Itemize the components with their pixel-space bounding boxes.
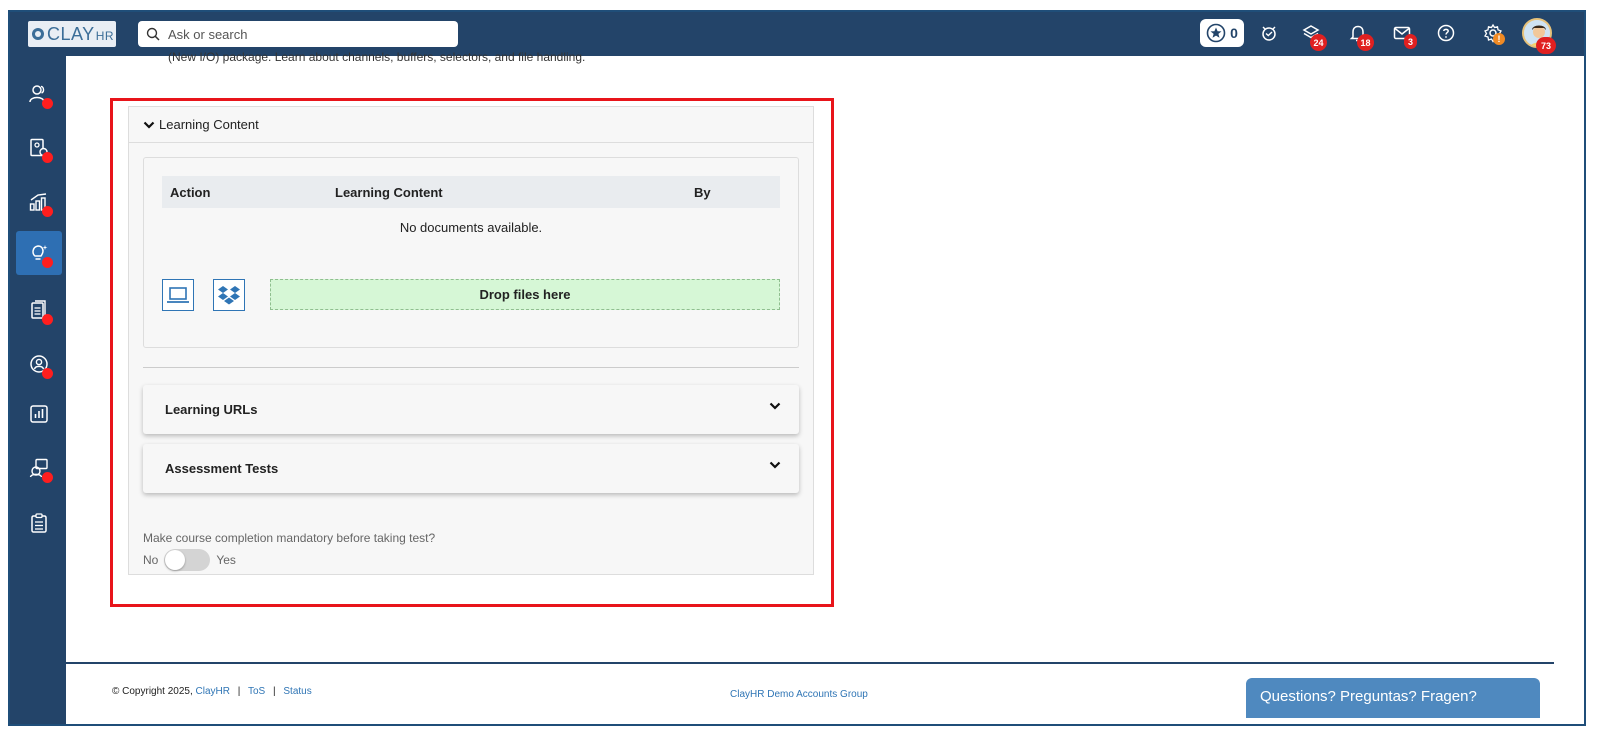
points-button[interactable]: 0	[1200, 19, 1244, 47]
upload-from-dropbox-button[interactable]	[213, 279, 245, 311]
column-action: Action	[170, 185, 211, 200]
sidebar-dot	[42, 98, 53, 109]
logo-text: CLAY	[47, 23, 95, 44]
sidebar-item-support[interactable]	[16, 446, 62, 490]
star-icon	[1206, 23, 1226, 43]
chevron-down-icon	[143, 121, 155, 129]
toggle-yes-label: Yes	[216, 553, 236, 567]
report-chart-icon	[30, 405, 48, 423]
clayhr-link[interactable]: ClayHR	[196, 686, 230, 697]
column-by: By	[694, 185, 711, 200]
sidebar-item-learning[interactable]	[16, 231, 62, 275]
avatar-badge: 73	[1536, 37, 1556, 54]
chevron-down-icon	[769, 461, 781, 469]
clayhr-logo[interactable]: CLAY HR	[28, 21, 116, 47]
empty-documents-message: No documents available.	[399, 220, 543, 235]
sidebar-dot	[42, 368, 53, 379]
sidebar-dot	[42, 257, 53, 268]
tos-link[interactable]: ToS	[248, 686, 265, 697]
chevron-down-icon	[769, 402, 781, 410]
questions-help-button[interactable]: Questions? Preguntas? Fragen?	[1246, 678, 1540, 718]
alarm-icon	[1262, 26, 1276, 41]
notifications-button[interactable]: 18	[1347, 22, 1374, 51]
copyright-text: © Copyright 2025,	[112, 686, 193, 697]
layers-badge: 24	[1310, 34, 1327, 51]
sidebar-dot	[42, 314, 53, 325]
search-input[interactable]	[168, 26, 438, 42]
notifications-badge: 18	[1357, 34, 1374, 51]
mandatory-completion-toggle[interactable]	[164, 549, 211, 571]
account-group-link[interactable]: ClayHR Demo Accounts Group	[730, 689, 868, 700]
app-frame: CLAY HR 0	[8, 10, 1586, 726]
messages-button[interactable]: 3	[1391, 22, 1417, 49]
sidebar-item-reports[interactable]	[16, 392, 62, 436]
settings-warning-badge: !	[1493, 33, 1505, 45]
footer-separator: |	[273, 686, 276, 697]
learning-urls-accordion[interactable]: Learning URLs	[143, 385, 799, 434]
sidebar-item-people[interactable]	[16, 72, 62, 116]
mandatory-completion-row: No Yes	[143, 549, 236, 571]
settings-button[interactable]: !	[1482, 22, 1505, 45]
messages-badge: 3	[1404, 34, 1417, 49]
learning-urls-title: Learning URLs	[165, 402, 258, 417]
sidebar-dot	[42, 472, 53, 483]
learning-content-header[interactable]: Learning Content	[129, 107, 813, 143]
clipboard-icon	[31, 513, 47, 533]
search-box[interactable]	[138, 21, 458, 47]
sidebar-item-documents[interactable]	[16, 288, 62, 332]
laptop-icon	[167, 287, 189, 303]
assessment-tests-accordion[interactable]: Assessment Tests	[143, 444, 799, 493]
section-divider	[143, 367, 799, 368]
status-link[interactable]: Status	[283, 686, 311, 697]
layers-button[interactable]: 24	[1300, 22, 1327, 51]
learning-content-body: Action Learning Content By No documents …	[143, 157, 799, 348]
toggle-no-label: No	[143, 553, 159, 567]
toggle-knob	[165, 550, 186, 570]
logo-suffix: HR	[95, 29, 115, 43]
footer-separator: |	[237, 686, 241, 697]
learning-content-panel: Learning Content Action Learning Content…	[128, 106, 814, 575]
search-icon	[146, 27, 160, 41]
points-count: 0	[1230, 25, 1238, 41]
mandatory-completion-label: Make course completion mandatory before …	[143, 531, 436, 545]
footer-links: © Copyright 2025, ClayHR | ToS | Status	[112, 686, 312, 697]
dropbox-icon	[218, 286, 240, 305]
upload-from-computer-button[interactable]	[162, 279, 194, 311]
sidebar	[10, 56, 66, 724]
course-description-tail: (New I/O) package. Learn about channels,…	[168, 50, 586, 64]
learning-content-title: Learning Content	[159, 117, 259, 132]
main-content: (New I/O) package. Learn about channels,…	[66, 50, 1584, 666]
logo-mark-icon	[32, 28, 44, 40]
documents-table-header: Action Learning Content By	[162, 176, 780, 208]
sidebar-item-profile[interactable]	[16, 342, 62, 386]
help-icon	[1437, 24, 1455, 42]
file-drop-zone[interactable]: Drop files here	[270, 279, 780, 310]
alarm-button[interactable]	[1258, 22, 1280, 44]
column-learning-content: Learning Content	[335, 185, 443, 200]
assessment-tests-title: Assessment Tests	[165, 461, 279, 476]
sidebar-item-performance[interactable]	[16, 180, 62, 224]
sidebar-item-employee-docs[interactable]	[16, 126, 62, 170]
sidebar-dot	[42, 152, 53, 163]
sidebar-dot	[42, 206, 53, 217]
help-button[interactable]	[1435, 22, 1457, 44]
sidebar-item-checklist[interactable]	[16, 501, 62, 545]
